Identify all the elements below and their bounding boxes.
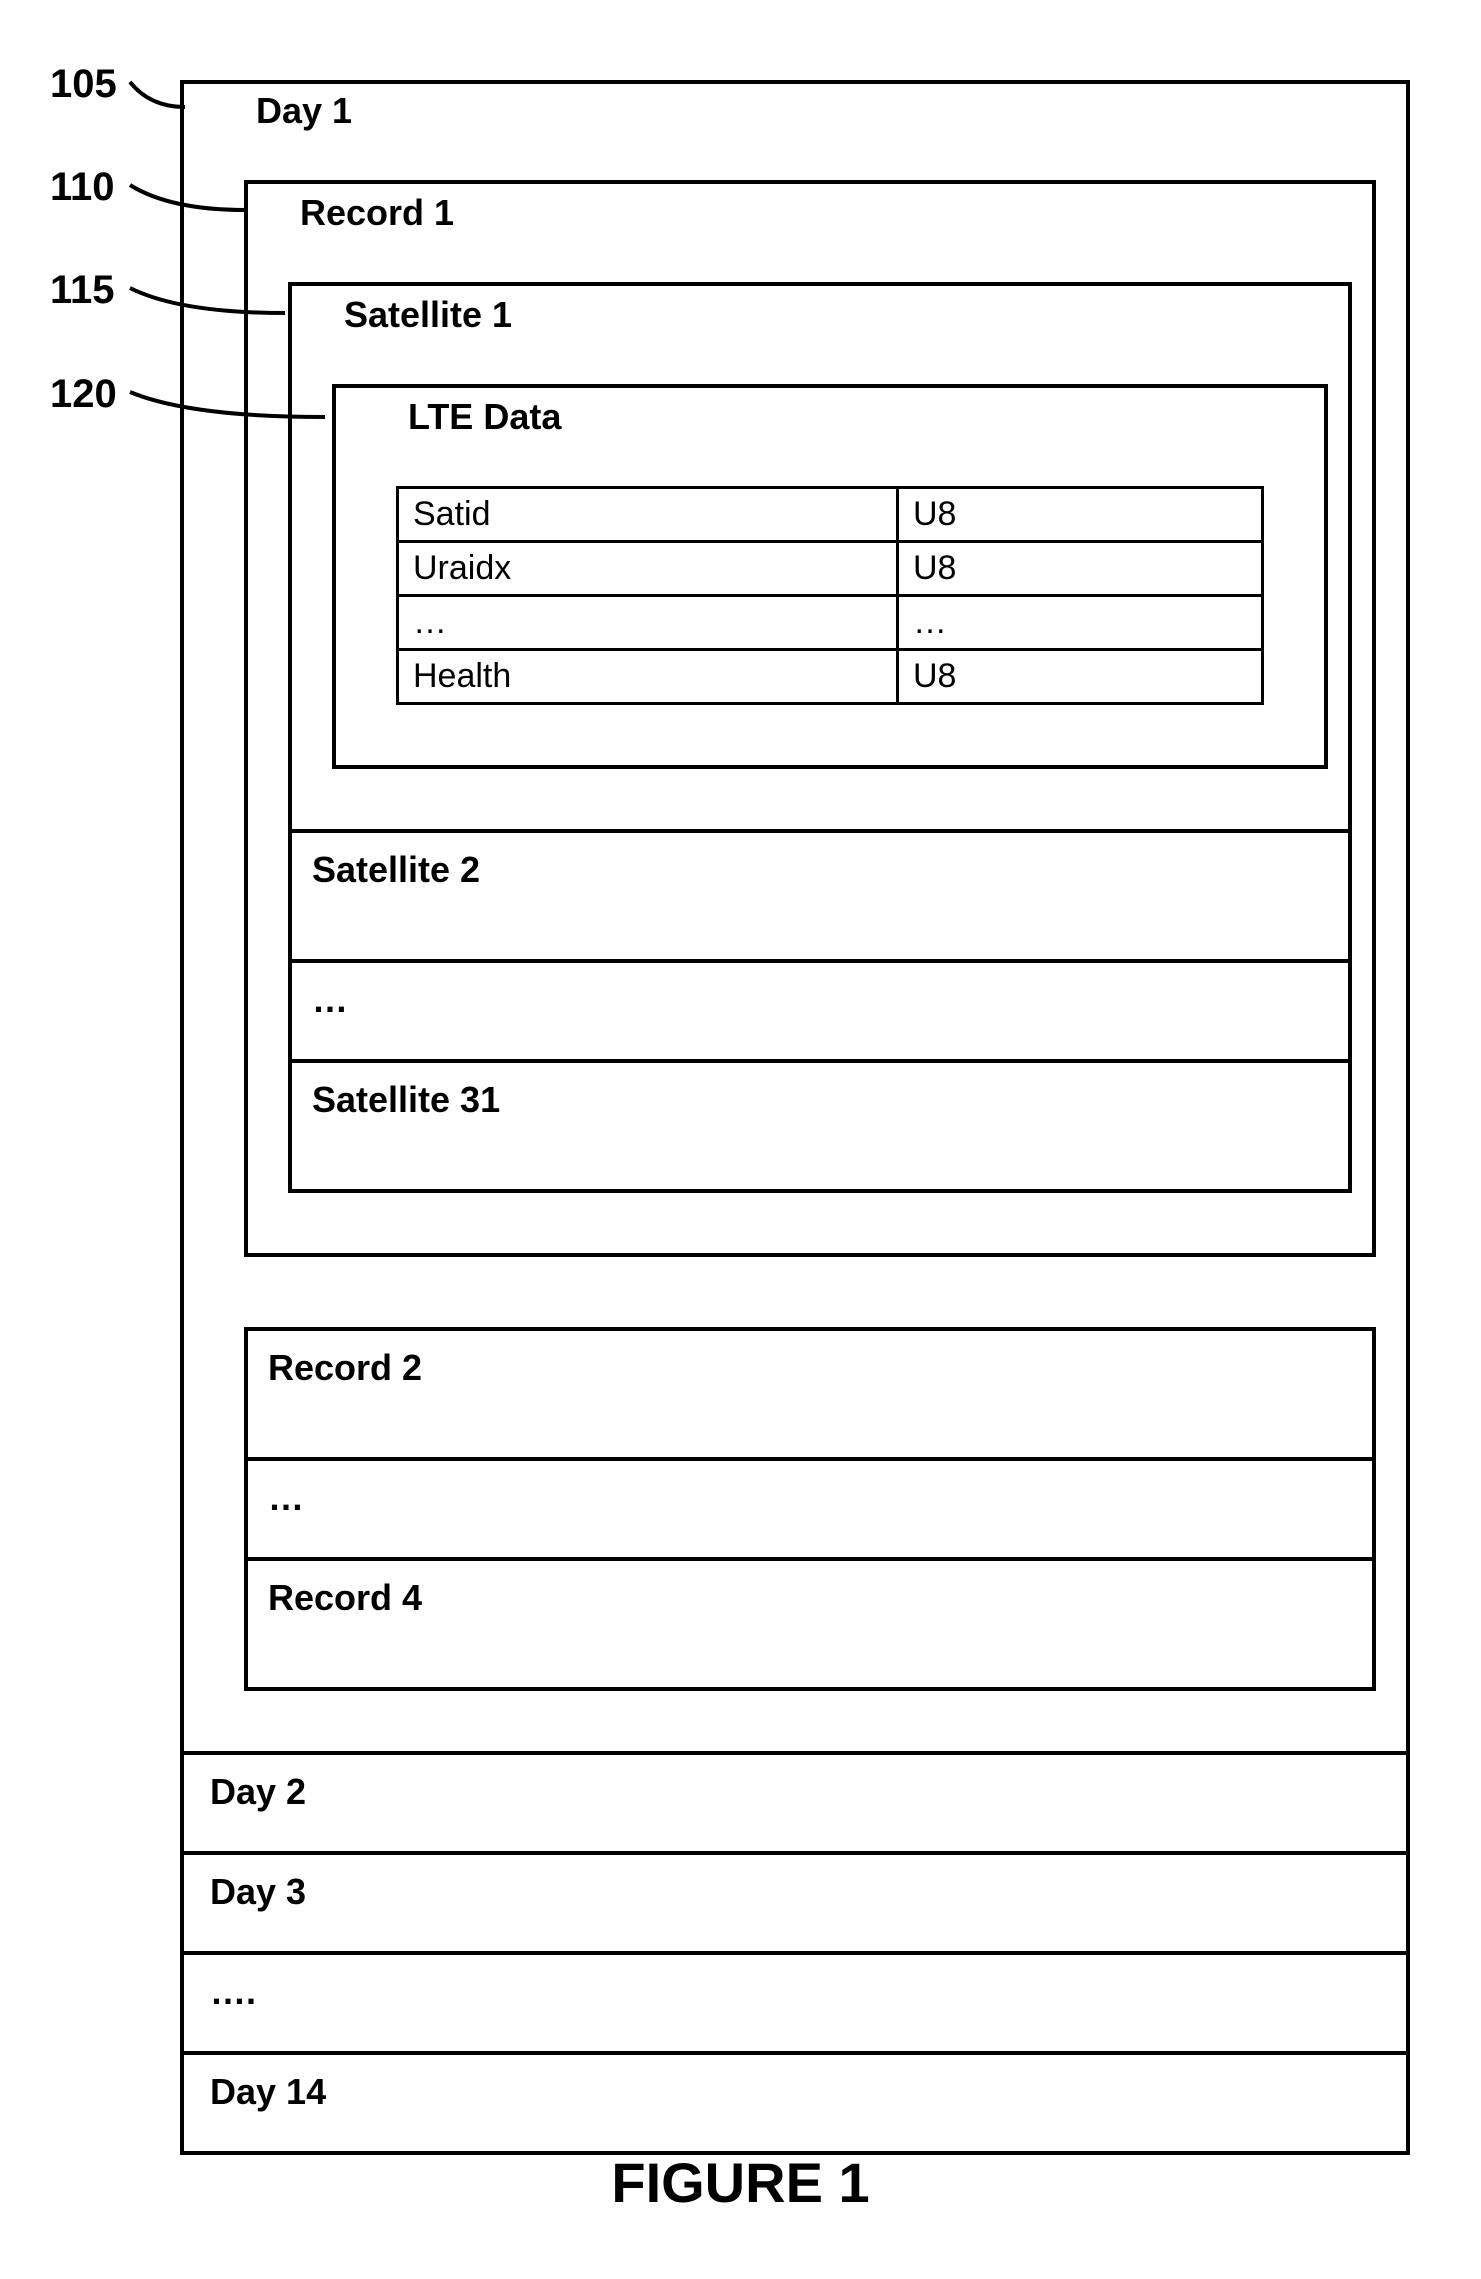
satellite-more-group: Satellite 2 … Satellite 31 (288, 833, 1352, 1193)
lte-value: U8 (899, 489, 1261, 540)
day-2-label: Day 2 (200, 1763, 1390, 1821)
lte-data-box: LTE Data Satid U8 Uraidx U8 … (332, 384, 1328, 769)
satellite-ellipsis-label: … (308, 971, 1332, 1029)
table-row: Health U8 (399, 648, 1261, 702)
outer-container: Day 1 Record 1 Satellite 1 LTE Data Sati… (180, 80, 1410, 2155)
table-row: Satid U8 (399, 489, 1261, 540)
satellite-ellipsis-box: … (288, 963, 1352, 1063)
day-3-label: Day 3 (200, 1863, 1390, 1921)
lte-value: U8 (899, 543, 1261, 594)
day-2-box: Day 2 (184, 1751, 1406, 1851)
satellite-2-label: Satellite 2 (308, 841, 1332, 899)
day-3-box: Day 3 (184, 1851, 1406, 1951)
lte-key: Uraidx (399, 543, 899, 594)
lte-value: … (899, 597, 1261, 648)
callout-115: 115 (50, 268, 115, 312)
satellite-31-label: Satellite 31 (308, 1071, 1332, 1129)
lte-key: Satid (399, 489, 899, 540)
lte-data-label: LTE Data (396, 388, 1264, 446)
satellite-1-box: Satellite 1 LTE Data Satid U8 Uraidx U8 (288, 282, 1352, 833)
day-1-label: Day 1 (244, 84, 1376, 140)
record-more-group: Record 2 … Record 4 (244, 1327, 1376, 1691)
record-2-label: Record 2 (264, 1339, 1356, 1397)
record-1-box: Record 1 Satellite 1 LTE Data Satid U8 (244, 180, 1376, 1257)
record-4-box: Record 4 (244, 1561, 1376, 1691)
lte-data-table: Satid U8 Uraidx U8 … … (396, 486, 1264, 705)
table-row: … … (399, 594, 1261, 648)
table-row: Uraidx U8 (399, 540, 1261, 594)
callout-120: 120 (50, 372, 117, 416)
callout-105: 105 (50, 62, 117, 106)
day-14-label: Day 14 (200, 2063, 1390, 2121)
callout-110: 110 (50, 165, 115, 209)
lte-value: U8 (899, 651, 1261, 702)
satellite-1-label: Satellite 1 (332, 286, 1328, 344)
record-ellipsis-box: … (244, 1461, 1376, 1561)
record-2-box: Record 2 (244, 1327, 1376, 1461)
record-4-label: Record 4 (264, 1569, 1356, 1627)
day-1-box: Day 1 Record 1 Satellite 1 LTE Data Sati… (184, 84, 1406, 1751)
day-ellipsis-box: …. (184, 1951, 1406, 2051)
figure-caption: FIGURE 1 (0, 2150, 1481, 2215)
days-more-group: Day 2 Day 3 …. Day 14 (184, 1751, 1406, 2151)
satellite-31-box: Satellite 31 (288, 1063, 1352, 1193)
lte-key: Health (399, 651, 899, 702)
day-ellipsis-label: …. (200, 1963, 1390, 2021)
satellite-2-box: Satellite 2 (288, 833, 1352, 963)
record-ellipsis-label: … (264, 1469, 1356, 1527)
lte-key: … (399, 597, 899, 648)
record-1-label: Record 1 (288, 184, 1352, 242)
day-14-box: Day 14 (184, 2051, 1406, 2151)
